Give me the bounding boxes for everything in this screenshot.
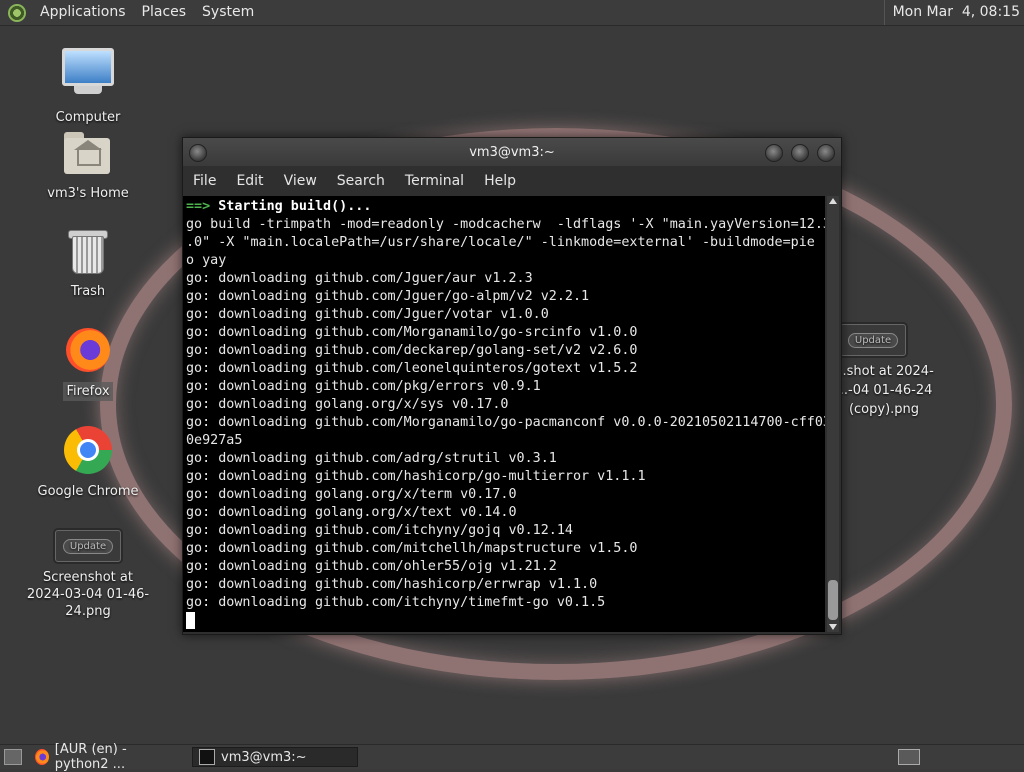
terminal-line: go: downloading github.com/ohler55/ojg v… — [186, 559, 557, 574]
minimize-icon[interactable] — [765, 144, 783, 162]
terminal-line: go: downloading golang.org/x/text v0.14.… — [186, 505, 517, 520]
clock[interactable]: Mon Mar 4, 08:15 — [883, 0, 1020, 25]
desktop-icon-label: Screenshot at 2024-03-04 01-46-24.png — [26, 570, 150, 619]
desktop-icon-screenshot-copy[interactable]: Update ...shot at 2024- ...-04 01-46-24 … — [826, 324, 946, 419]
workspace-switcher[interactable] — [898, 749, 920, 765]
terminal-icon — [199, 749, 215, 765]
scroll-up-icon[interactable] — [829, 198, 837, 204]
terminal-line: go: downloading golang.org/x/sys v0.17.0 — [186, 397, 509, 412]
desktop-icon-label: Trash — [70, 284, 106, 299]
terminal-line: go: downloading github.com/Jguer/votar v… — [186, 307, 549, 322]
thumb-update-button: Update — [62, 538, 114, 554]
terminal-line: go: downloading github.com/itchyny/gojq … — [186, 523, 573, 538]
terminal-line: go: downloading github.com/leonelquinter… — [186, 361, 638, 376]
firefox-icon — [60, 322, 116, 378]
screenshot-file-icon: Update — [55, 530, 121, 562]
terminal-window[interactable]: vm3@vm3:~ File Edit View Search Terminal… — [182, 137, 842, 635]
computer-icon — [60, 48, 116, 104]
desktop-icon-computer[interactable]: Computer — [13, 42, 163, 127]
terminal-line: go build -trimpath -mod=readonly -modcac… — [186, 217, 825, 232]
desktop-icon-firefox[interactable]: Firefox — [13, 322, 163, 401]
menu-help[interactable]: Help — [474, 166, 526, 196]
show-desktop-icon[interactable] — [4, 749, 22, 765]
desktop-icon-chrome[interactable]: Google Chrome — [13, 422, 163, 501]
desktop-icon-label-line: (copy).png — [848, 402, 920, 417]
terminal-line: go: downloading github.com/Jguer/go-alpm… — [186, 289, 590, 304]
desktop-icon-label: vm3's Home — [47, 186, 129, 201]
terminal-line: 0e927a5 — [186, 433, 243, 448]
terminal-line: go: downloading github.com/adrg/strutil … — [186, 451, 557, 466]
text-cursor — [186, 612, 195, 629]
terminal-line: go: downloading github.com/Morganamilo/g… — [186, 415, 825, 430]
desktop-icon-label-line: ...shot at 2024- — [834, 364, 934, 379]
bottom-panel: [AUR (en) - python2 ... vm3@vm3:~ — [0, 742, 1024, 772]
taskbar-item-label: vm3@vm3:~ — [221, 749, 307, 765]
scroll-down-icon[interactable] — [829, 624, 837, 630]
terminal-line: o yay — [186, 253, 227, 268]
screenshot-file-icon: Update — [840, 324, 906, 356]
terminal-line: go: downloading github.com/itchyny/timef… — [186, 595, 606, 610]
desktop-icon-label-line: ...-04 01-46-24 — [835, 383, 933, 398]
trash-icon — [60, 222, 116, 278]
menu-system[interactable]: System — [194, 0, 262, 25]
terminal-line: go: downloading github.com/pkg/errors v0… — [186, 379, 541, 394]
terminal-line: go: downloading github.com/hashicorp/go-… — [186, 469, 646, 484]
menu-terminal[interactable]: Terminal — [395, 166, 474, 196]
taskbar-item-firefox[interactable]: [AUR (en) - python2 ... — [28, 742, 188, 772]
terminal-scrollbar[interactable] — [827, 196, 839, 632]
desktop-icon-label: Google Chrome — [37, 484, 139, 499]
window-title: vm3@vm3:~ — [469, 144, 555, 160]
terminal-line: go: downloading github.com/Jguer/aur v1.… — [186, 271, 533, 286]
terminal-menubar: File Edit View Search Terminal Help — [183, 166, 841, 196]
window-titlebar[interactable]: vm3@vm3:~ — [183, 138, 841, 166]
menu-edit[interactable]: Edit — [226, 166, 273, 196]
menu-places[interactable]: Places — [134, 0, 195, 25]
build-heading: Starting build()... — [218, 199, 372, 214]
prompt-arrow: ==> — [186, 199, 211, 214]
home-folder-icon — [60, 124, 116, 180]
desktop-icon-home[interactable]: vm3's Home — [13, 124, 163, 203]
distro-logo-icon[interactable] — [8, 3, 26, 22]
scroll-thumb[interactable] — [828, 580, 838, 620]
terminal-line: go: downloading github.com/mitchellh/map… — [186, 541, 638, 556]
desktop-icon-label: Firefox — [63, 382, 113, 401]
menu-search[interactable]: Search — [327, 166, 395, 196]
top-panel: Applications Places System Mon Mar 4, 08… — [0, 0, 1024, 26]
desktop-icon-trash[interactable]: Trash — [13, 222, 163, 301]
close-icon[interactable] — [817, 144, 835, 162]
firefox-icon — [35, 749, 49, 765]
terminal-cursor-line — [186, 612, 825, 630]
terminal-line: go: downloading github.com/Morganamilo/g… — [186, 325, 638, 340]
window-menu-icon[interactable] — [189, 144, 207, 162]
terminal-line: go: downloading github.com/hashicorp/err… — [186, 577, 598, 592]
terminal-line: go: downloading golang.org/x/term v0.17.… — [186, 487, 517, 502]
chrome-icon — [60, 422, 116, 478]
desktop-icon-screenshot[interactable]: Update Screenshot at 2024-03-04 01-46-24… — [13, 530, 163, 621]
terminal-line: .0" -X "main.localePath=/usr/share/local… — [186, 235, 825, 250]
maximize-icon[interactable] — [791, 144, 809, 162]
terminal-output[interactable]: ==> Starting build()... go build -trimpa… — [183, 196, 825, 632]
taskbar-item-terminal[interactable]: vm3@vm3:~ — [192, 747, 358, 767]
menu-file[interactable]: File — [183, 166, 226, 196]
terminal-line: ==> Starting build()... — [186, 198, 825, 216]
menu-view[interactable]: View — [274, 166, 327, 196]
thumb-update-button: Update — [847, 332, 899, 348]
terminal-line: go: downloading github.com/deckarep/gola… — [186, 343, 638, 358]
menu-applications[interactable]: Applications — [32, 0, 134, 25]
